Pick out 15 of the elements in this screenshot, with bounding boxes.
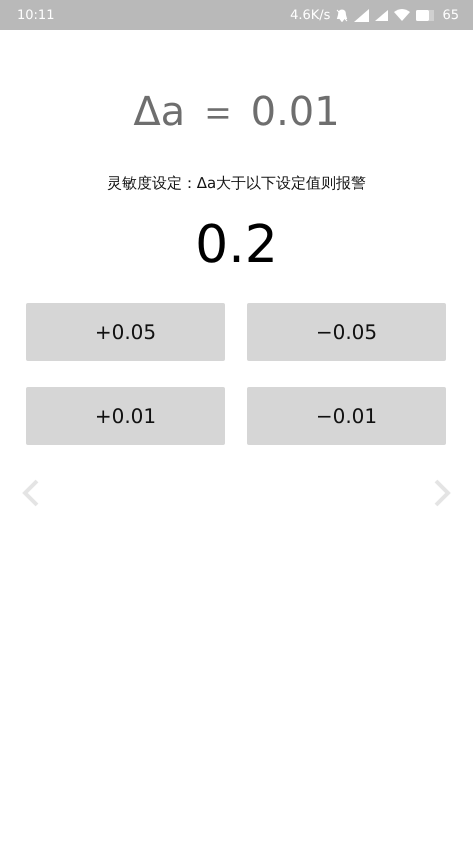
battery-icon bbox=[416, 10, 436, 20]
signal-icon bbox=[354, 8, 370, 22]
step-button[interactable]: +0.05 bbox=[26, 303, 225, 361]
sensitivity-label: 灵敏度设定：Δa大于以下设定值则报警 bbox=[106, 174, 368, 193]
clock-text: 10:11 bbox=[17, 8, 54, 22]
step-button[interactable]: −0.01 bbox=[247, 387, 446, 445]
threshold-value: 0.2 bbox=[194, 215, 279, 275]
delta-reading: Δa ＝ 0.01 bbox=[132, 88, 341, 136]
network-speed-text: 4.6K/s bbox=[290, 8, 330, 22]
bell-muted-icon bbox=[336, 8, 348, 22]
step-button[interactable]: +0.01 bbox=[26, 387, 225, 445]
battery-level-text: 65 bbox=[442, 8, 459, 22]
step-button[interactable]: −0.05 bbox=[247, 303, 446, 361]
signal-icon bbox=[375, 10, 388, 20]
wifi-icon bbox=[394, 9, 410, 21]
